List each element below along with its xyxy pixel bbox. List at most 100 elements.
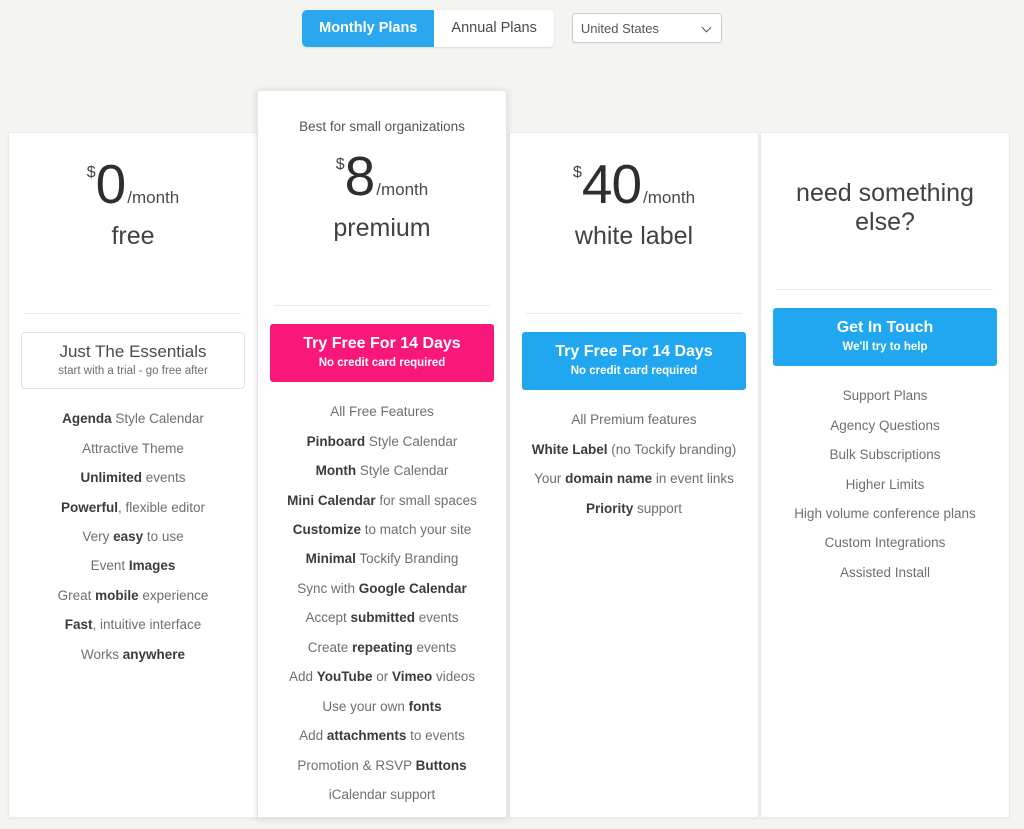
price-line: $ 0 /month	[87, 157, 179, 212]
feature-text: Works	[80, 646, 123, 662]
feature-text: Bulk Subscriptions	[829, 447, 941, 463]
feature-list-contact: Support Plans Agency Questions Bulk Subscr…	[773, 366, 997, 588]
feature-text: events	[412, 639, 457, 655]
feature-text: to match your site	[360, 522, 472, 538]
feature-text: Agency Questions	[830, 417, 940, 433]
cta-try-free-premium[interactable]: Try Free For 14 Days No credit card requ…	[270, 324, 494, 382]
price-header: $ 8 /month premium	[270, 137, 494, 299]
feature-text: Add	[288, 669, 317, 685]
price-header: need something else?	[773, 133, 997, 283]
feature-item: Attractive Theme	[21, 434, 245, 463]
feature-text: Promotion & RSVP	[297, 757, 416, 773]
billing-period-label: /month	[127, 188, 180, 207]
cta-label: Try Free For 14 Days	[555, 343, 713, 360]
feature-item: iCalendar support	[270, 781, 494, 810]
tab-monthly-plans[interactable]: Monthly Plans	[302, 9, 435, 47]
card-divider	[25, 313, 241, 314]
billing-period-label: /month	[643, 188, 696, 207]
feature-item: Fast, intuitive interface	[21, 611, 245, 640]
cta-label: Just The Essentials	[59, 342, 207, 361]
feature-text: Event	[90, 558, 129, 574]
feature-item: Pinboard Style Calendar	[270, 427, 494, 456]
feature-emphasis: Vimeo	[391, 669, 433, 685]
cta-try-free-white-label[interactable]: Try Free For 14 Days No credit card requ…	[522, 332, 746, 390]
feature-item: Bulk Subscriptions	[773, 441, 997, 470]
feature-item: All Premium features	[522, 406, 746, 435]
feature-emphasis: domain name	[565, 471, 653, 487]
feature-emphasis: Google Calendar	[358, 580, 467, 596]
feature-item: Accept submitted events	[270, 604, 494, 633]
feature-text: to use	[143, 529, 184, 545]
country-select[interactable]: United States	[571, 13, 722, 43]
feature-item: Add YouTube or Vimeo videos	[270, 663, 494, 692]
feature-text: Use your own	[322, 698, 409, 714]
currency-symbol: $	[335, 156, 345, 173]
currency-symbol: $	[572, 164, 582, 181]
feature-text: Create	[307, 639, 352, 655]
feature-text: for small spaces	[375, 492, 477, 508]
feature-text: All Premium features	[571, 412, 697, 428]
cta-label: Get In Touch	[836, 319, 934, 336]
feature-emphasis: Unlimited	[80, 470, 142, 486]
feature-text: Assisted Install	[839, 564, 931, 580]
feature-item: Month Style Calendar	[270, 457, 494, 486]
feature-item: High volume conference plans	[773, 500, 997, 529]
feature-text: Very	[82, 529, 114, 545]
pricing-card-premium: Best for small organizations $ 8 /month …	[257, 90, 507, 818]
pricing-card-white-label: $ 40 /month white label Try Free For 14 …	[509, 132, 759, 818]
cta-just-the-essentials[interactable]: Just The Essentials start with a trial -…	[21, 332, 245, 389]
feature-text: All Free Features	[330, 404, 434, 420]
feature-text: Higher Limits	[845, 476, 925, 492]
feature-item: Sync with Google Calendar	[270, 575, 494, 604]
feature-text: iCalendar support	[328, 786, 436, 802]
country-select-value: United States	[580, 20, 659, 36]
plan-name: white label	[574, 222, 694, 250]
price-header: $ 0 /month free	[21, 133, 245, 307]
feature-text: experience	[138, 587, 209, 603]
price-amount: 40	[581, 153, 642, 215]
feature-emphasis: Mini Calendar	[287, 492, 376, 508]
feature-text: Support Plans	[842, 388, 928, 404]
feature-item: Priority support	[522, 494, 746, 523]
feature-text: Sync with	[297, 580, 359, 596]
feature-text: Great	[57, 587, 96, 603]
cta-label: Try Free For 14 Days	[303, 335, 461, 352]
card-divider	[274, 305, 490, 306]
card-divider	[777, 289, 993, 290]
feature-emphasis: repeating	[351, 639, 413, 655]
pricing-card-free: $ 0 /month free Just The Essentials star…	[8, 132, 258, 818]
feature-emphasis: Month	[315, 463, 357, 479]
feature-item: Very easy to use	[21, 523, 245, 552]
cta-sublabel: start with a trial - go free after	[58, 365, 208, 377]
feature-item: Mini Calendar for small spaces	[270, 486, 494, 515]
feature-text: Custom Integrations	[824, 535, 946, 551]
cta-get-in-touch[interactable]: Get In Touch We'll try to help	[773, 308, 997, 366]
tab-annual-plans[interactable]: Annual Plans	[434, 10, 553, 47]
pricing-card-rail: $ 0 /month free Just The Essentials star…	[8, 90, 1016, 820]
card-divider	[526, 313, 742, 314]
feature-text: events	[141, 470, 186, 486]
feature-text: Accept	[305, 610, 351, 626]
feature-emphasis: mobile	[95, 587, 139, 603]
feature-emphasis: anywhere	[122, 646, 186, 662]
feature-text: Style Calendar	[365, 433, 458, 449]
plan-name: need something else?	[796, 179, 974, 236]
feature-item: Promotion & RSVP Buttons	[270, 751, 494, 780]
feature-item: Add attachments to events	[270, 722, 494, 751]
plan-name: free	[111, 222, 155, 250]
feature-item: Higher Limits	[773, 470, 997, 499]
feature-item: White Label (no Tockify branding)	[522, 435, 746, 464]
feature-emphasis: Powerful	[60, 499, 118, 515]
feature-text: support	[633, 500, 683, 516]
price-line: $ 8 /month	[336, 149, 428, 204]
feature-item: Create repeating events	[270, 634, 494, 663]
feature-text: in event links	[652, 471, 734, 487]
feature-list-free: Agenda Style Calendar Attractive Theme Unl…	[21, 389, 245, 670]
feature-text: Your	[534, 471, 566, 487]
feature-emphasis: YouTube	[316, 669, 373, 685]
billing-period-toggle[interactable]: Monthly Plans Annual Plans	[302, 9, 554, 47]
feature-item: Minimal Tockify Branding	[270, 545, 494, 574]
feature-text: Tockify Branding	[355, 551, 459, 567]
feature-text: High volume conference plans	[794, 506, 976, 522]
plan-name: premium	[333, 214, 431, 242]
